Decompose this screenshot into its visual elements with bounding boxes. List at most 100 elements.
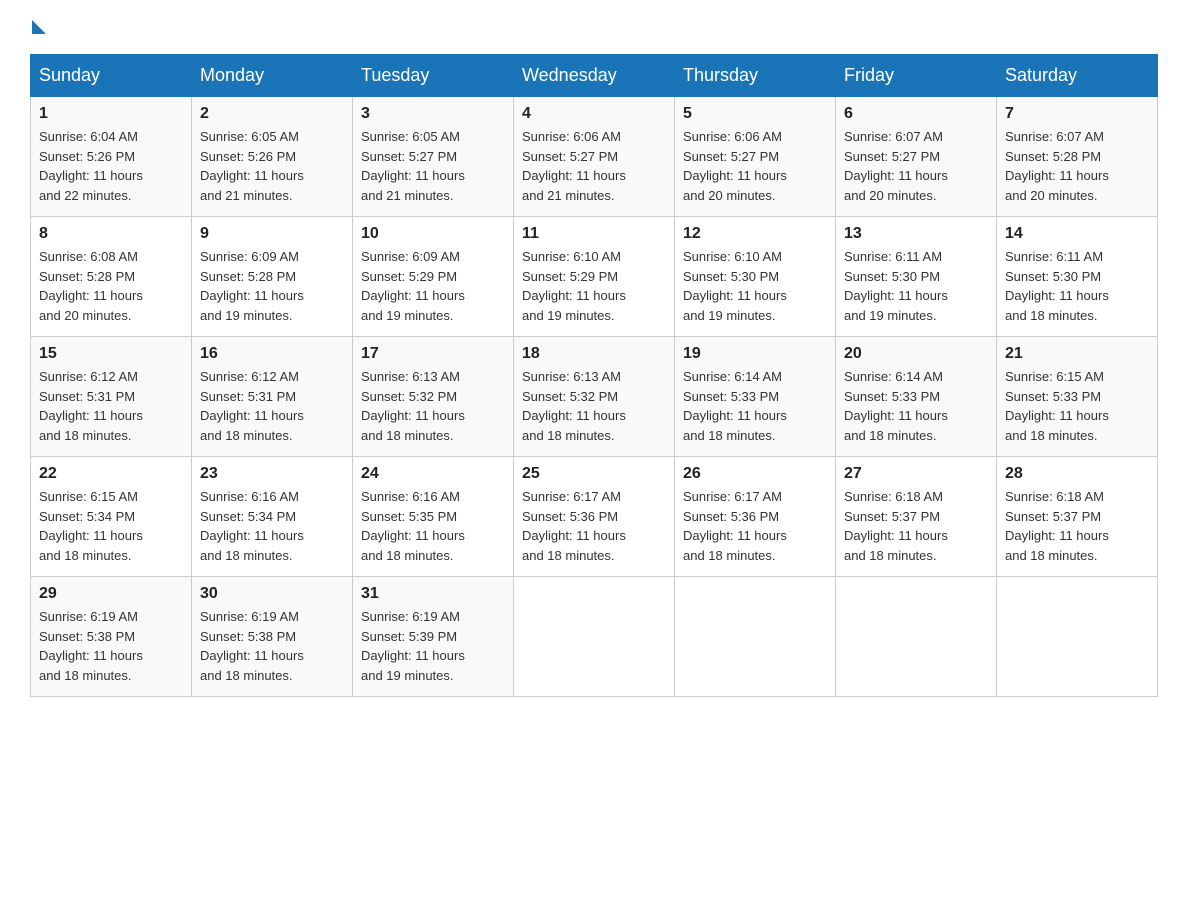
calendar-cell: 28 Sunrise: 6:18 AM Sunset: 5:37 PM Dayl…: [997, 457, 1158, 577]
day-info: Sunrise: 6:07 AM Sunset: 5:28 PM Dayligh…: [1005, 127, 1149, 205]
calendar-week-row: 8 Sunrise: 6:08 AM Sunset: 5:28 PM Dayli…: [31, 217, 1158, 337]
day-number: 1: [39, 105, 183, 123]
day-number: 22: [39, 465, 183, 483]
page-header: [30, 20, 1158, 34]
calendar-cell: [675, 577, 836, 697]
calendar-cell: 31 Sunrise: 6:19 AM Sunset: 5:39 PM Dayl…: [353, 577, 514, 697]
calendar-cell: 9 Sunrise: 6:09 AM Sunset: 5:28 PM Dayli…: [192, 217, 353, 337]
day-number: 16: [200, 345, 344, 363]
day-info: Sunrise: 6:14 AM Sunset: 5:33 PM Dayligh…: [844, 367, 988, 445]
day-info: Sunrise: 6:19 AM Sunset: 5:38 PM Dayligh…: [200, 607, 344, 685]
calendar-cell: 16 Sunrise: 6:12 AM Sunset: 5:31 PM Dayl…: [192, 337, 353, 457]
calendar-week-row: 15 Sunrise: 6:12 AM Sunset: 5:31 PM Dayl…: [31, 337, 1158, 457]
day-number: 20: [844, 345, 988, 363]
day-number: 7: [1005, 105, 1149, 123]
day-number: 18: [522, 345, 666, 363]
day-info: Sunrise: 6:11 AM Sunset: 5:30 PM Dayligh…: [1005, 247, 1149, 325]
calendar-cell: 11 Sunrise: 6:10 AM Sunset: 5:29 PM Dayl…: [514, 217, 675, 337]
day-number: 14: [1005, 225, 1149, 243]
day-info: Sunrise: 6:16 AM Sunset: 5:34 PM Dayligh…: [200, 487, 344, 565]
calendar-cell: 24 Sunrise: 6:16 AM Sunset: 5:35 PM Dayl…: [353, 457, 514, 577]
day-info: Sunrise: 6:12 AM Sunset: 5:31 PM Dayligh…: [200, 367, 344, 445]
day-info: Sunrise: 6:06 AM Sunset: 5:27 PM Dayligh…: [683, 127, 827, 205]
calendar-cell: 1 Sunrise: 6:04 AM Sunset: 5:26 PM Dayli…: [31, 97, 192, 217]
weekday-header-thursday: Thursday: [675, 55, 836, 97]
weekday-header-sunday: Sunday: [31, 55, 192, 97]
day-info: Sunrise: 6:10 AM Sunset: 5:29 PM Dayligh…: [522, 247, 666, 325]
calendar-cell: 27 Sunrise: 6:18 AM Sunset: 5:37 PM Dayl…: [836, 457, 997, 577]
day-number: 27: [844, 465, 988, 483]
day-info: Sunrise: 6:16 AM Sunset: 5:35 PM Dayligh…: [361, 487, 505, 565]
day-info: Sunrise: 6:09 AM Sunset: 5:29 PM Dayligh…: [361, 247, 505, 325]
day-number: 2: [200, 105, 344, 123]
calendar-table: SundayMondayTuesdayWednesdayThursdayFrid…: [30, 54, 1158, 697]
weekday-header-tuesday: Tuesday: [353, 55, 514, 97]
calendar-cell: [836, 577, 997, 697]
calendar-cell: 2 Sunrise: 6:05 AM Sunset: 5:26 PM Dayli…: [192, 97, 353, 217]
calendar-cell: 22 Sunrise: 6:15 AM Sunset: 5:34 PM Dayl…: [31, 457, 192, 577]
calendar-week-row: 1 Sunrise: 6:04 AM Sunset: 5:26 PM Dayli…: [31, 97, 1158, 217]
day-number: 5: [683, 105, 827, 123]
day-number: 11: [522, 225, 666, 243]
weekday-header-row: SundayMondayTuesdayWednesdayThursdayFrid…: [31, 55, 1158, 97]
calendar-cell: 20 Sunrise: 6:14 AM Sunset: 5:33 PM Dayl…: [836, 337, 997, 457]
calendar-cell: 10 Sunrise: 6:09 AM Sunset: 5:29 PM Dayl…: [353, 217, 514, 337]
calendar-cell: [997, 577, 1158, 697]
day-number: 21: [1005, 345, 1149, 363]
day-number: 23: [200, 465, 344, 483]
day-number: 12: [683, 225, 827, 243]
day-number: 9: [200, 225, 344, 243]
day-info: Sunrise: 6:19 AM Sunset: 5:38 PM Dayligh…: [39, 607, 183, 685]
calendar-cell: 12 Sunrise: 6:10 AM Sunset: 5:30 PM Dayl…: [675, 217, 836, 337]
day-info: Sunrise: 6:17 AM Sunset: 5:36 PM Dayligh…: [522, 487, 666, 565]
calendar-cell: 14 Sunrise: 6:11 AM Sunset: 5:30 PM Dayl…: [997, 217, 1158, 337]
day-number: 15: [39, 345, 183, 363]
calendar-body: 1 Sunrise: 6:04 AM Sunset: 5:26 PM Dayli…: [31, 97, 1158, 697]
weekday-header-friday: Friday: [836, 55, 997, 97]
day-info: Sunrise: 6:10 AM Sunset: 5:30 PM Dayligh…: [683, 247, 827, 325]
day-info: Sunrise: 6:18 AM Sunset: 5:37 PM Dayligh…: [844, 487, 988, 565]
day-info: Sunrise: 6:08 AM Sunset: 5:28 PM Dayligh…: [39, 247, 183, 325]
calendar-cell: 19 Sunrise: 6:14 AM Sunset: 5:33 PM Dayl…: [675, 337, 836, 457]
calendar-cell: 21 Sunrise: 6:15 AM Sunset: 5:33 PM Dayl…: [997, 337, 1158, 457]
day-info: Sunrise: 6:07 AM Sunset: 5:27 PM Dayligh…: [844, 127, 988, 205]
day-number: 26: [683, 465, 827, 483]
weekday-header-saturday: Saturday: [997, 55, 1158, 97]
logo-arrow-icon: [32, 20, 46, 34]
day-info: Sunrise: 6:06 AM Sunset: 5:27 PM Dayligh…: [522, 127, 666, 205]
calendar-cell: 17 Sunrise: 6:13 AM Sunset: 5:32 PM Dayl…: [353, 337, 514, 457]
day-info: Sunrise: 6:11 AM Sunset: 5:30 PM Dayligh…: [844, 247, 988, 325]
calendar-cell: 15 Sunrise: 6:12 AM Sunset: 5:31 PM Dayl…: [31, 337, 192, 457]
day-number: 8: [39, 225, 183, 243]
calendar-week-row: 29 Sunrise: 6:19 AM Sunset: 5:38 PM Dayl…: [31, 577, 1158, 697]
day-number: 28: [1005, 465, 1149, 483]
day-number: 24: [361, 465, 505, 483]
day-number: 29: [39, 585, 183, 603]
calendar-cell: 18 Sunrise: 6:13 AM Sunset: 5:32 PM Dayl…: [514, 337, 675, 457]
day-info: Sunrise: 6:09 AM Sunset: 5:28 PM Dayligh…: [200, 247, 344, 325]
calendar-cell: 6 Sunrise: 6:07 AM Sunset: 5:27 PM Dayli…: [836, 97, 997, 217]
weekday-header-monday: Monday: [192, 55, 353, 97]
day-info: Sunrise: 6:05 AM Sunset: 5:26 PM Dayligh…: [200, 127, 344, 205]
calendar-cell: 8 Sunrise: 6:08 AM Sunset: 5:28 PM Dayli…: [31, 217, 192, 337]
day-info: Sunrise: 6:12 AM Sunset: 5:31 PM Dayligh…: [39, 367, 183, 445]
logo: [30, 20, 46, 34]
calendar-cell: 26 Sunrise: 6:17 AM Sunset: 5:36 PM Dayl…: [675, 457, 836, 577]
day-info: Sunrise: 6:18 AM Sunset: 5:37 PM Dayligh…: [1005, 487, 1149, 565]
day-number: 6: [844, 105, 988, 123]
calendar-header: SundayMondayTuesdayWednesdayThursdayFrid…: [31, 55, 1158, 97]
calendar-cell: [514, 577, 675, 697]
day-number: 4: [522, 105, 666, 123]
calendar-cell: 5 Sunrise: 6:06 AM Sunset: 5:27 PM Dayli…: [675, 97, 836, 217]
day-number: 13: [844, 225, 988, 243]
day-info: Sunrise: 6:04 AM Sunset: 5:26 PM Dayligh…: [39, 127, 183, 205]
calendar-cell: 7 Sunrise: 6:07 AM Sunset: 5:28 PM Dayli…: [997, 97, 1158, 217]
day-info: Sunrise: 6:13 AM Sunset: 5:32 PM Dayligh…: [361, 367, 505, 445]
day-info: Sunrise: 6:05 AM Sunset: 5:27 PM Dayligh…: [361, 127, 505, 205]
day-number: 19: [683, 345, 827, 363]
calendar-cell: 13 Sunrise: 6:11 AM Sunset: 5:30 PM Dayl…: [836, 217, 997, 337]
day-info: Sunrise: 6:19 AM Sunset: 5:39 PM Dayligh…: [361, 607, 505, 685]
day-info: Sunrise: 6:15 AM Sunset: 5:33 PM Dayligh…: [1005, 367, 1149, 445]
day-number: 31: [361, 585, 505, 603]
calendar-cell: 4 Sunrise: 6:06 AM Sunset: 5:27 PM Dayli…: [514, 97, 675, 217]
